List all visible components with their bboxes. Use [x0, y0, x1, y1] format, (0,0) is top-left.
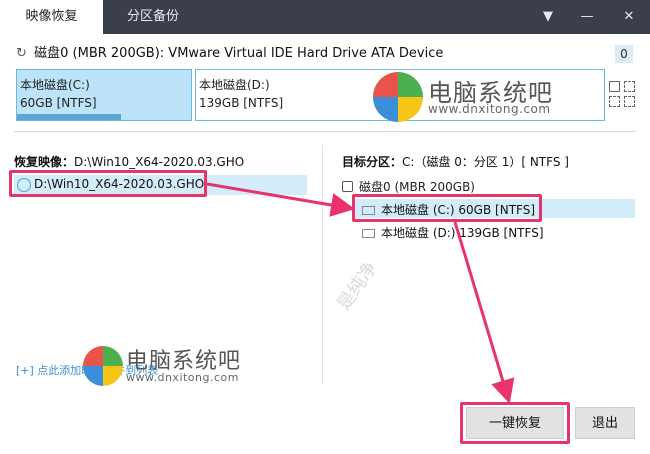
partition-size: 60GB [NTFS]	[20, 96, 97, 110]
partition-c[interactable]: 本地磁盘(C:) 60GB [NTFS]	[16, 69, 192, 121]
partition-usage-bar	[17, 114, 122, 120]
highlight-restore-button	[460, 402, 570, 444]
target-partition-value: C:（磁盘 0：分区 1）[ NTFS ]	[402, 155, 569, 169]
tree-root-label: 磁盘0 (MBR 200GB)	[359, 180, 475, 194]
target-partition-label: 目标分区：	[342, 155, 403, 169]
watermark-logo	[83, 346, 123, 386]
disk-icon	[342, 181, 353, 192]
partition-size: 139GB [NTFS]	[199, 96, 284, 110]
tree-disk-root[interactable]: 磁盘0 (MBR 200GB)	[342, 178, 475, 195]
disk-info: ↻ 磁盘0 (MBR 200GB): VMware Virtual IDE Ha…	[16, 45, 443, 63]
highlight-target-partition	[352, 194, 542, 222]
layout-grid-icon[interactable]	[609, 81, 635, 107]
partition-name: 本地磁盘(C:)	[20, 78, 90, 92]
tab-image-restore[interactable]: 映像恢复	[0, 0, 103, 34]
divider	[14, 131, 636, 132]
minimize-icon[interactable]: —	[572, 0, 602, 34]
close-icon[interactable]: ✕	[614, 0, 644, 34]
dropdown-icon[interactable]: ▼	[533, 0, 563, 34]
watermark-diagonal: 是纯净	[333, 258, 382, 315]
folder-icon	[362, 229, 375, 238]
restore-image-label: 恢复映像：	[14, 155, 75, 169]
tree-item-d[interactable]: 本地磁盘 (D:) 139GB [NTFS]	[362, 224, 544, 241]
watermark-logo	[373, 72, 423, 122]
exit-button[interactable]: 退出	[575, 407, 635, 439]
tab-partition-backup[interactable]: 分区备份	[103, 0, 203, 34]
refresh-icon[interactable]: ↻	[16, 45, 30, 63]
watermark-url: www.dnxitong.com	[428, 102, 551, 116]
panel-divider	[322, 145, 323, 385]
highlight-image-file	[9, 170, 207, 197]
restore-image-value: D:\Win10_X64-2020.03.GHO	[74, 155, 245, 169]
arrow-to-restore	[453, 221, 515, 404]
restore-image-line: 恢复映像：D:\Win10_X64-2020.03.GHO	[14, 153, 244, 170]
watermark-url: www.dnxitong.com	[126, 371, 239, 384]
target-partition-line: 目标分区：C:（磁盘 0：分区 1）[ NTFS ]	[342, 153, 569, 170]
partition-name: 本地磁盘(D:)	[199, 78, 270, 92]
disk-label: 磁盘0 (MBR 200GB): VMware Virtual IDE Hard…	[34, 46, 444, 61]
count-badge: 0	[615, 45, 633, 63]
tree-item-label: 本地磁盘 (D:) 139GB [NTFS]	[381, 226, 544, 240]
title-bar: 映像恢复 分区备份 ▼ — ✕	[0, 0, 650, 34]
